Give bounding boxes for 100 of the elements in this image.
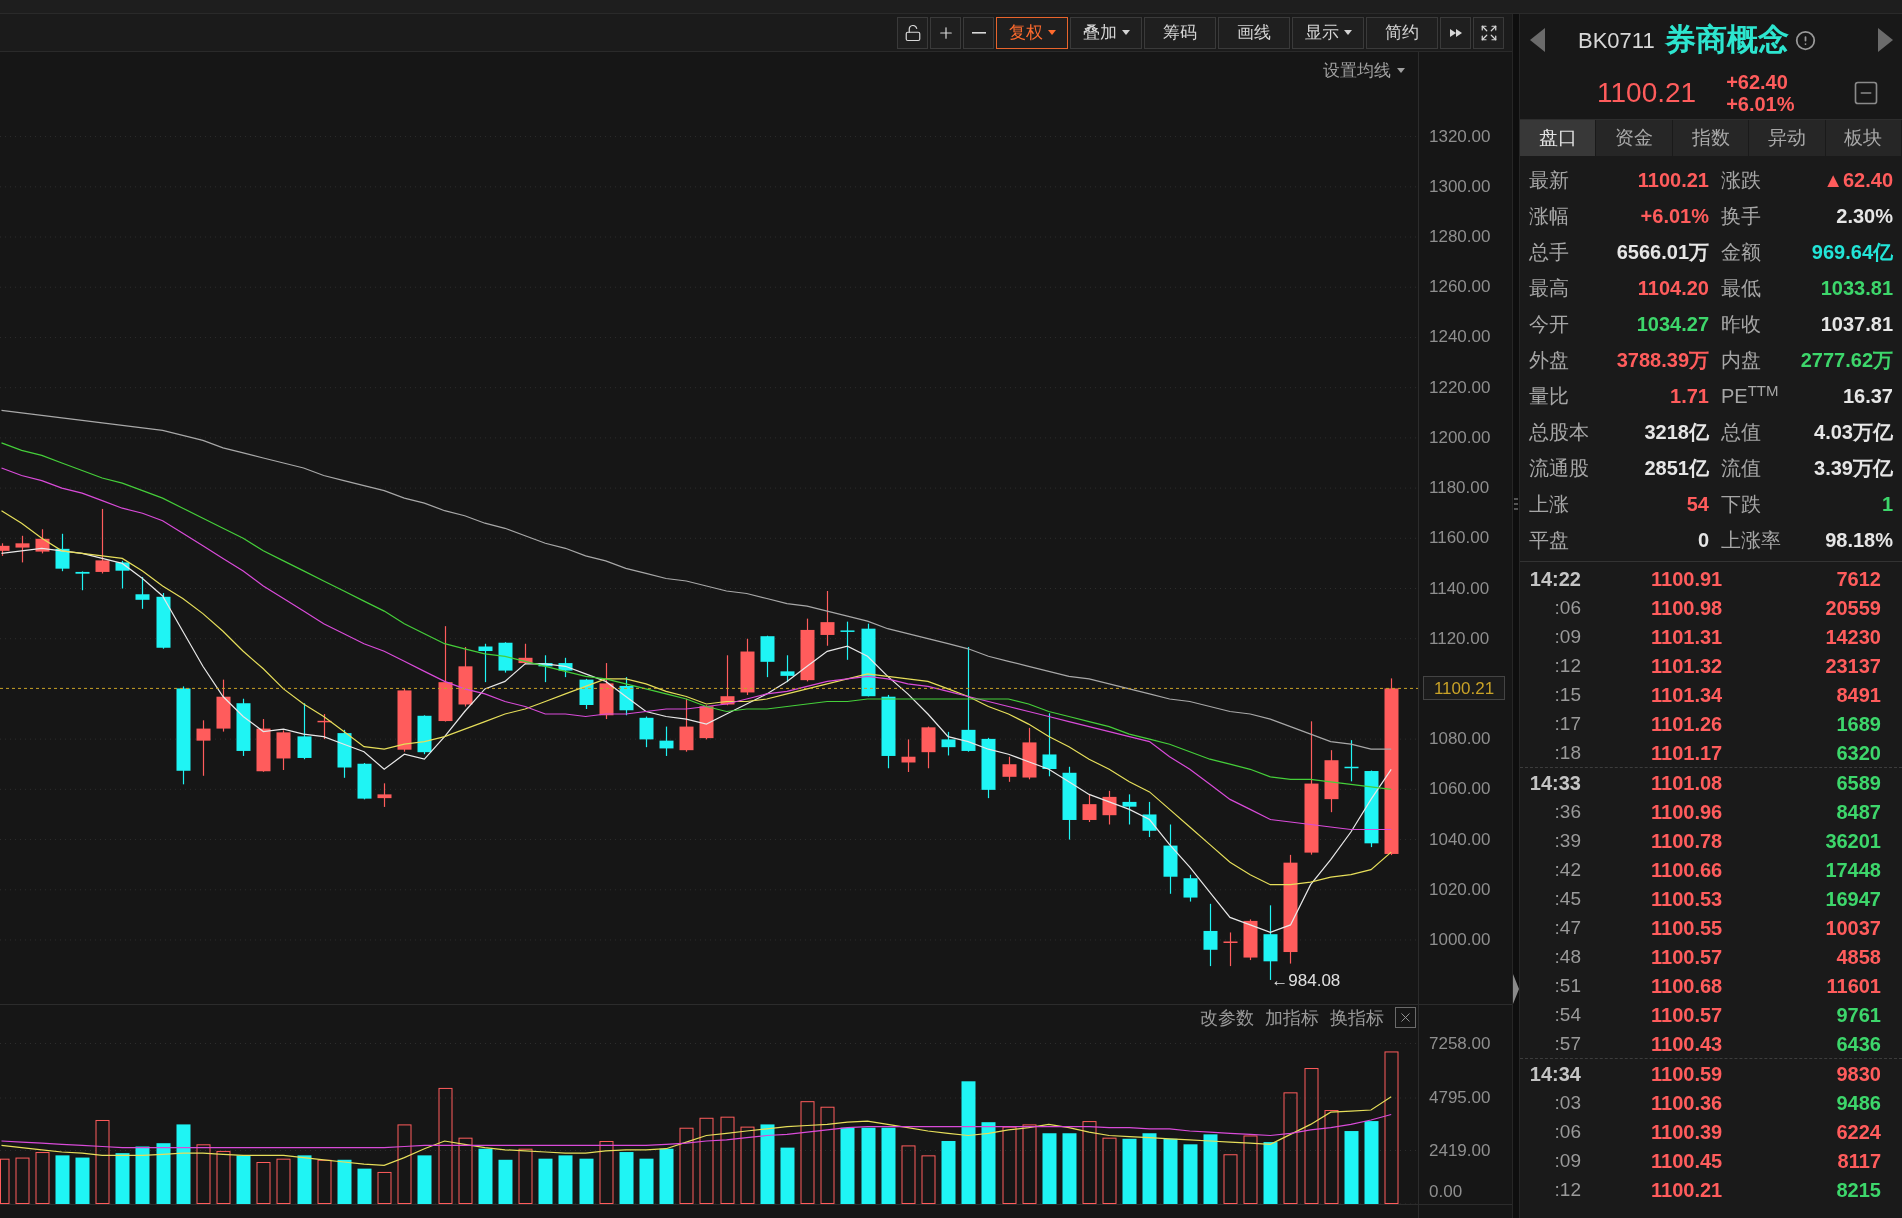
stat-value: 0 — [1696, 528, 1709, 553]
tick-price: 1100.96 — [1651, 799, 1723, 824]
toolbar-button[interactable]: 显示 — [1292, 16, 1364, 49]
panel-tab[interactable]: 盘口 — [1520, 120, 1597, 156]
triangle-left-icon — [1530, 28, 1545, 52]
candle — [1163, 823, 1178, 895]
tick-volume: 9761 — [1835, 1002, 1881, 1027]
candle — [0, 542, 10, 557]
zoom-in-button[interactable] — [930, 16, 961, 49]
tick-volume: 9486 — [1835, 1090, 1881, 1115]
next-button[interactable] — [1878, 28, 1893, 52]
fullscreen-icon — [1479, 23, 1498, 42]
panel-tab[interactable]: 板块 — [1825, 120, 1902, 156]
stat-value: 1037.81 — [1819, 312, 1893, 337]
tick-price: 1100.55 — [1651, 915, 1723, 940]
volume-bar — [196, 1144, 211, 1204]
alert-icon — [1794, 29, 1816, 51]
stat-value: 16.37 — [1841, 384, 1893, 409]
tick-price: 1100.21 — [1651, 1177, 1723, 1202]
indicator-link[interactable]: 换指标 — [1330, 1006, 1384, 1029]
volume-bar — [0, 1158, 10, 1204]
caret-icon — [1397, 68, 1405, 74]
axis-label: 1320.00 — [1429, 126, 1491, 147]
indicator-link[interactable]: 改参数 — [1200, 1006, 1254, 1029]
candle — [740, 638, 755, 696]
volume-bar — [1142, 1133, 1157, 1204]
tick-price: 1100.36 — [1651, 1090, 1723, 1115]
volume-bar — [1062, 1133, 1077, 1204]
stat-label: 昨收 — [1721, 312, 1762, 337]
last-price: 1100.21 — [1597, 75, 1697, 110]
axis-label: 1140.00 — [1429, 578, 1490, 599]
panel-tab[interactable]: 指数 — [1672, 120, 1750, 156]
axis-label: 1300.00 — [1429, 176, 1491, 197]
tick-volume: 23137 — [1824, 653, 1881, 678]
tick-time: :09 — [1553, 1148, 1581, 1173]
previous-button[interactable] — [1530, 28, 1545, 52]
tick-time: :17 — [1553, 711, 1581, 736]
volume-bar — [619, 1152, 634, 1204]
stat-label: 量比 — [1529, 384, 1570, 409]
tick-time: :12 — [1553, 1177, 1581, 1202]
close-indicator-button[interactable] — [1395, 1007, 1416, 1028]
tick-time: :45 — [1553, 886, 1581, 911]
toolbar-button[interactable]: 复权 — [996, 16, 1068, 49]
tick-time: :51 — [1553, 973, 1581, 998]
axis-label: 1240.00 — [1429, 327, 1491, 348]
unlock-button[interactable] — [897, 16, 928, 49]
volume-bar — [256, 1162, 271, 1204]
indicator-link[interactable]: 加指标 — [1265, 1006, 1319, 1029]
close-icon — [1398, 1010, 1413, 1025]
tick-volume: 4858 — [1835, 944, 1881, 969]
candle — [397, 688, 412, 753]
volume-bar — [75, 1157, 90, 1204]
stat-label: 上涨 — [1529, 492, 1570, 517]
stat-value: +6.01% — [1639, 204, 1709, 229]
panel-toggle-button[interactable] — [1513, 974, 1519, 1004]
panel-tab[interactable]: 异动 — [1749, 120, 1826, 156]
panel-tab[interactable]: 资金 — [1596, 120, 1673, 156]
candle — [75, 570, 90, 591]
volume-bar — [498, 1159, 513, 1204]
tick-volume: 6436 — [1835, 1031, 1881, 1056]
stat-value: 969.64亿 — [1810, 240, 1893, 265]
ma-settings-dropdown[interactable]: 设置均线 — [1323, 58, 1405, 84]
tick-price: 1100.98 — [1651, 595, 1723, 620]
candle — [115, 560, 130, 590]
fullscreen-button[interactable] — [1473, 16, 1504, 49]
toolbar-button[interactable]: 画线 — [1218, 16, 1290, 49]
tick-volume: 14230 — [1824, 624, 1881, 649]
tick-time: :15 — [1553, 682, 1581, 707]
stat-label: 总股本 — [1529, 420, 1590, 445]
toolbar-button[interactable]: 叠加 — [1070, 16, 1142, 49]
toolbar-button[interactable]: 简约 — [1366, 16, 1438, 49]
volume-bar — [35, 1152, 50, 1204]
candle — [216, 679, 231, 733]
tick-price: 1101.08 — [1651, 770, 1723, 795]
stat-label: 下跌 — [1721, 492, 1762, 517]
tick-price: 1100.53 — [1651, 886, 1723, 911]
volume-bar — [1102, 1137, 1117, 1204]
zoom-out-button[interactable] — [963, 16, 994, 49]
candle — [760, 635, 775, 678]
tick-price: 1101.26 — [1651, 711, 1723, 736]
grip-icon[interactable] — [1514, 498, 1518, 510]
stat-value: 1100.21 — [1636, 168, 1709, 193]
stat-label: 涨幅 — [1529, 204, 1570, 229]
candle — [1042, 712, 1057, 777]
candle — [135, 576, 150, 610]
axis-label: 1260.00 — [1429, 277, 1491, 298]
volume-bar — [1243, 1135, 1258, 1204]
toolbar-button[interactable]: 筹码 — [1144, 16, 1216, 49]
fast-forward-button[interactable] — [1440, 16, 1471, 49]
candle — [1243, 918, 1258, 961]
candle — [659, 726, 674, 757]
axis-label: 1220.00 — [1429, 377, 1491, 398]
candle — [840, 621, 855, 661]
axis-label: 1280.00 — [1429, 227, 1491, 247]
volume-bar — [518, 1148, 533, 1204]
candle — [1022, 727, 1037, 780]
volume-bar — [1263, 1142, 1278, 1204]
candle — [981, 737, 996, 799]
tick-volume: 36201 — [1824, 828, 1881, 853]
tick-volume: 17448 — [1824, 857, 1881, 882]
